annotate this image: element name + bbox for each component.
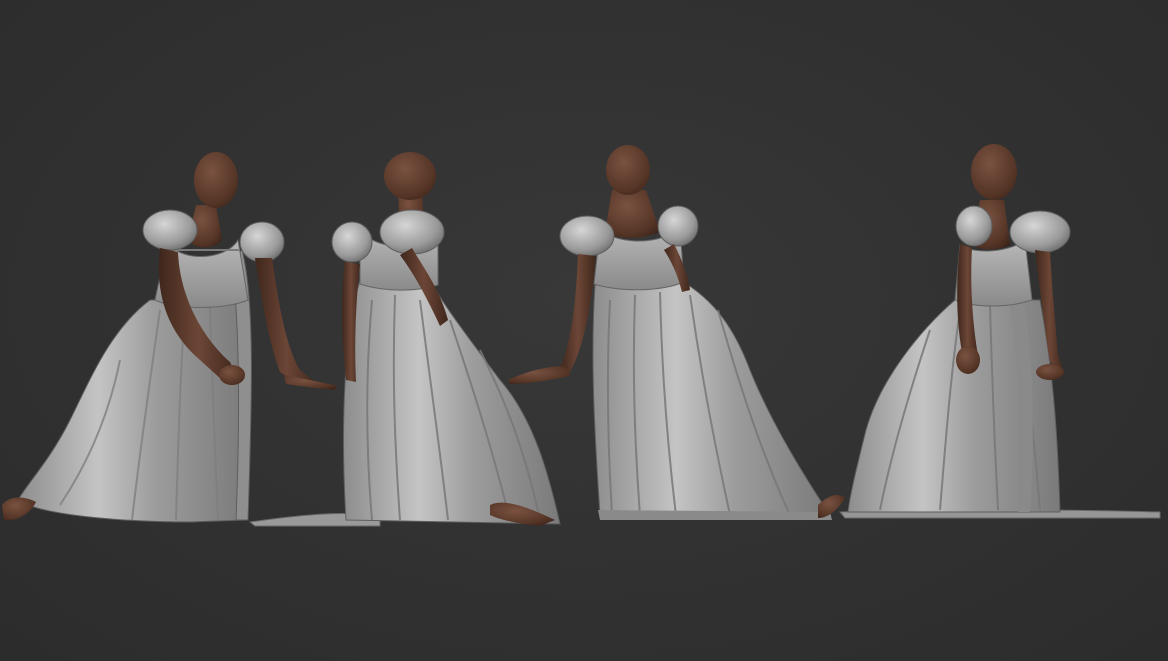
figure-front-view [2, 152, 338, 523]
figure-side-view [838, 144, 1161, 519]
sculpt-render [2, 144, 1161, 527]
figure-back-view [508, 145, 845, 520]
sculpt-viewport[interactable] [0, 0, 1168, 661]
figure-back-left-view [248, 152, 561, 527]
